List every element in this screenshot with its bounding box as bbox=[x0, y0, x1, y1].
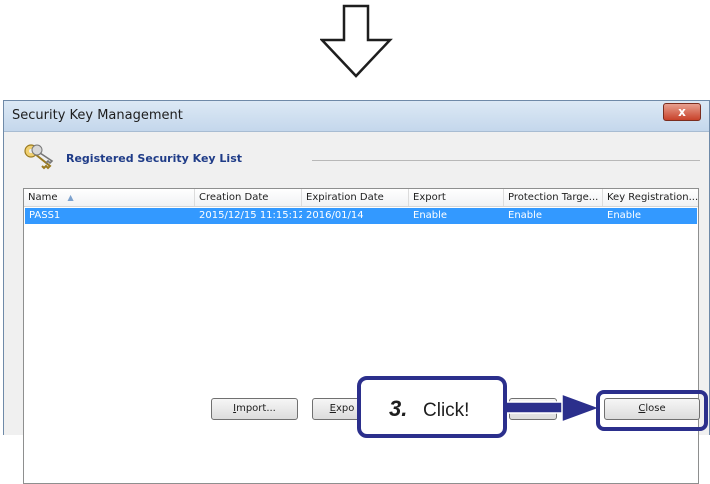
export-label: xpo bbox=[335, 403, 355, 414]
column-header-name[interactable]: Name ▲ bbox=[24, 189, 195, 206]
section-title: Registered Security Key List bbox=[66, 152, 242, 165]
list-header: Name ▲ Creation Date Expiration Date Expo… bbox=[24, 189, 698, 207]
column-header-protection-target[interactable]: Protection Targe... bbox=[504, 189, 603, 206]
right-arrow-icon bbox=[506, 393, 601, 423]
column-header-creation-date[interactable]: Creation Date bbox=[195, 189, 302, 206]
close-icon[interactable]: x bbox=[663, 103, 701, 121]
cell-protection-target: Enable bbox=[508, 210, 543, 221]
title-bar: Security Key Management x bbox=[4, 101, 709, 132]
dialog-title: Security Key Management bbox=[12, 108, 183, 123]
close-button-highlight bbox=[596, 390, 708, 431]
column-header-export[interactable]: Export bbox=[409, 189, 504, 206]
step-number: 3. bbox=[389, 396, 408, 421]
keys-icon bbox=[24, 144, 54, 170]
section-divider bbox=[312, 160, 700, 161]
import-label: mport... bbox=[236, 403, 276, 414]
down-arrow-icon bbox=[320, 4, 393, 78]
security-key-list[interactable]: Name ▲ Creation Date Expiration Date Expo… bbox=[23, 188, 699, 484]
cell-expiration-date: 2016/01/14 bbox=[306, 210, 364, 221]
column-label: Name bbox=[28, 192, 58, 203]
step-instruction: Click! bbox=[423, 400, 470, 421]
step-callout: 3. Click! bbox=[357, 376, 507, 438]
column-header-expiration-date[interactable]: Expiration Date bbox=[302, 189, 409, 206]
cell-name: PASS1 bbox=[29, 210, 61, 221]
table-row[interactable]: PASS1 2015/12/15 11:15:12 2016/01/14 Ena… bbox=[25, 208, 697, 224]
section-header: Registered Security Key List bbox=[22, 142, 702, 172]
cell-key-registration: Enable bbox=[607, 210, 642, 221]
column-header-key-registration[interactable]: Key Registration... bbox=[603, 189, 698, 206]
import-button[interactable]: Import... bbox=[211, 398, 298, 420]
sort-up-icon: ▲ bbox=[67, 193, 74, 202]
cell-creation-date: 2015/12/15 11:15:12 bbox=[199, 210, 302, 221]
cell-export: Enable bbox=[413, 210, 448, 221]
